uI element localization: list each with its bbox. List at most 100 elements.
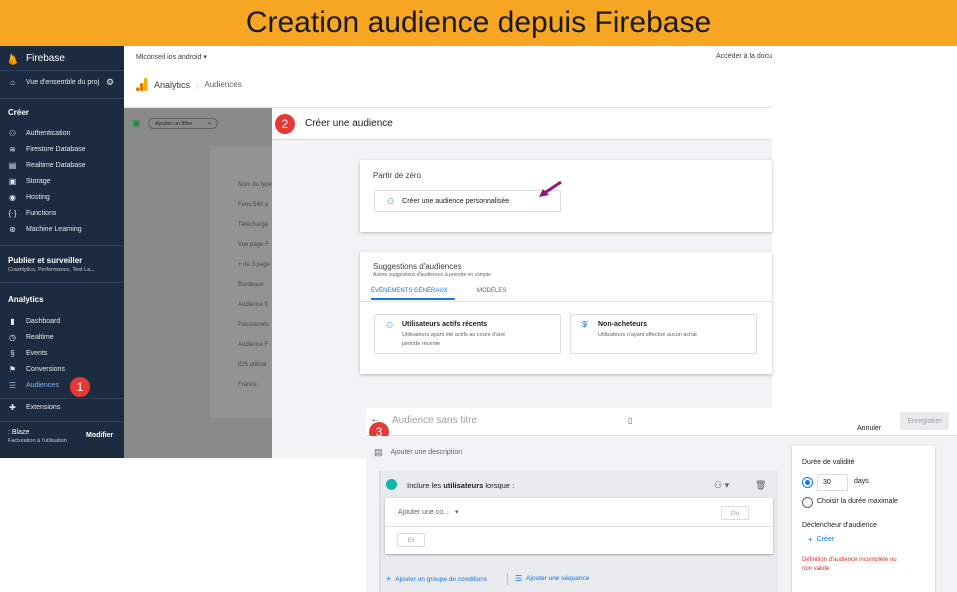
firebase-logo-icon	[9, 53, 17, 65]
analytics-header: Analytics | Audiences	[136, 78, 242, 91]
tab-models[interactable]: MODÈLES	[477, 288, 506, 294]
tab-general-events[interactable]: ÉVÉNEMENTS GÉNÉRAUX	[371, 288, 448, 294]
table-row[interactable]: Télécharge	[238, 222, 268, 228]
table-row[interactable]: Audience F	[238, 342, 268, 348]
save-button[interactable]: Enregistrer	[900, 412, 949, 430]
error-message-line1: Définition d'audience incomplète ou	[802, 557, 897, 563]
sequence-icon: ☰	[515, 574, 523, 583]
validity-unit: days	[854, 478, 869, 485]
sidebar-project-overview[interactable]: ⌂ Vue d'ensemble du proj	[8, 78, 99, 87]
editor-topbar: ← Audience sans titre ▯ Annuler Enregist…	[366, 408, 957, 436]
sidebar-item-functions[interactable]: {·} Functions	[8, 209, 56, 218]
title-banner: Creation audience depuis Firebase	[0, 0, 957, 46]
audiences-list-overlay: ▣ Ajouter un filtre + Nom du type Fees 5…	[124, 108, 272, 458]
sidebar-item-extensions[interactable]: ✚ Extensions	[8, 403, 60, 412]
condition-card: Ajouter une co... ▾ Ou Et	[385, 498, 773, 554]
settings-card: Durée de validité 30 days Choisir la dur…	[792, 446, 935, 592]
chevron-down-icon: ▾	[203, 54, 207, 61]
validity-radio-days[interactable]	[802, 477, 813, 488]
table-row[interactable]: Bordeaux	[238, 282, 264, 288]
modify-plan-button[interactable]: Modifier	[86, 432, 113, 439]
bar-chart-icon: ▮	[10, 317, 15, 326]
audience-editor: ← Audience sans titre ▯ Annuler Enregist…	[366, 408, 957, 592]
include-dot-icon	[386, 479, 397, 490]
group-scope-icon[interactable]: ⚇ ▾	[714, 480, 729, 491]
suggestions-card: Suggestions d'audiences Autres suggestio…	[360, 252, 772, 374]
create-audience-title: Créer une audience	[305, 118, 393, 129]
description-icon: ▤	[374, 447, 383, 457]
validity-days-input[interactable]: 30	[817, 474, 848, 491]
chevron-down-icon: ▾	[454, 509, 459, 516]
section-analytics: Analytics	[8, 295, 44, 304]
table-row[interactable]: France	[238, 382, 257, 388]
console-topbar: Mlconseil ios android ▾ Accéder à la doc…	[124, 46, 772, 108]
from-scratch-heading: Partir de zéro	[373, 171, 422, 180]
sidebar-item-conversions[interactable]: ⚑ Conversions	[8, 365, 65, 374]
section-release[interactable]: Publier et surveiller	[8, 256, 82, 265]
copy-icon[interactable]: ▯	[628, 416, 632, 425]
sidebar-item-hosting[interactable]: ◉ Hosting	[8, 193, 50, 202]
sidebar-item-firestore[interactable]: ≋ Firestore Database	[8, 145, 85, 154]
add-icon: +	[386, 574, 392, 584]
table-row[interactable]: iOS utilisat	[238, 362, 267, 368]
analytics-title: Analytics	[154, 79, 191, 90]
validity-heading: Durée de validité	[802, 459, 855, 466]
table-row[interactable]: Audience fi	[238, 302, 268, 308]
or-button[interactable]: Ou	[721, 506, 749, 520]
sidebar-item-machine-learning[interactable]: ⊛ Machine Learning	[8, 225, 82, 234]
add-filter-button[interactable]: Ajouter un filtre +	[148, 118, 219, 129]
section-build: Créer	[8, 108, 29, 117]
max-duration-label: Choisir la durée maximale	[817, 498, 898, 505]
audience-list-icon: ☰	[8, 381, 17, 390]
extensions-icon: ✚	[9, 403, 16, 412]
sidebar-item-audiences[interactable]: ☰ Audiences	[8, 381, 59, 390]
and-button[interactable]: Et	[397, 533, 425, 547]
audience-title-input[interactable]: Audience sans titre	[392, 415, 477, 426]
suggestions-subtitle: Autres suggestions d'audiences à prendre…	[373, 272, 491, 278]
person-icon: ⚇	[387, 196, 395, 206]
create-audience-header: Créer une audience	[272, 108, 772, 140]
home-icon: ⌂	[10, 78, 15, 87]
suggestion-recent-active[interactable]: ⚇ Utilisateurs actifs récents Utilisateu…	[374, 314, 561, 354]
docs-link[interactable]: Accéder à la docu	[716, 53, 772, 60]
gear-icon[interactable]: ⚙	[106, 77, 114, 88]
breadcrumb-audiences[interactable]: Audiences	[204, 80, 241, 89]
error-message-line2: non valide	[802, 566, 830, 572]
database-icon: ▤	[8, 161, 17, 170]
sidebar-item-authentication[interactable]: ⚇ Authentication	[8, 129, 70, 138]
storage-icon: ▣	[8, 177, 17, 186]
export-icon[interactable]: ▣	[132, 118, 141, 129]
banner-title: Creation audience depuis Firebase	[245, 6, 712, 39]
firebase-brand[interactable]: Firebase	[8, 52, 65, 65]
sidebar-item-storage[interactable]: ▣ Storage	[8, 177, 51, 186]
project-selector[interactable]: Mlconseil ios android ▾	[136, 53, 207, 61]
person-icon: ⚇	[386, 321, 394, 330]
functions-icon: {·}	[8, 209, 17, 218]
create-trigger-button[interactable]: + Créer	[808, 535, 834, 544]
sidebar-item-dashboard[interactable]: ▮ Dashboard	[8, 317, 60, 326]
table-row[interactable]: Vue page F	[238, 242, 269, 248]
from-scratch-card: Partir de zéro ⚇ Créer une audience pers…	[360, 160, 772, 232]
table-row[interactable]: + de 3 page	[238, 262, 270, 268]
app-name: Firebase	[26, 53, 65, 64]
add-sequence-link[interactable]: ☰ Ajouter une séquence	[515, 574, 589, 583]
cancel-button[interactable]: Annuler	[857, 417, 881, 435]
suggestion-non-buyers[interactable]: $̸ Non-acheteurs Utilisateurs n'ayant ef…	[570, 314, 757, 354]
delete-icon[interactable]: 🗑	[755, 480, 766, 491]
add-condition-group-link[interactable]: + Ajouter un groupe de conditions	[386, 574, 487, 584]
add-description-link[interactable]: ▤ Ajouter une description	[374, 447, 462, 458]
plan-subtitle: Facturation à l'utilisation	[8, 438, 67, 444]
custom-audience-button[interactable]: ⚇ Créer une audience personnalisée	[374, 190, 561, 212]
sidebar-item-realtime[interactable]: ◷ Realtime	[8, 333, 54, 342]
clock-icon: ◷	[9, 333, 16, 342]
sidebar-item-realtime-db[interactable]: ▤ Realtime Database	[8, 161, 86, 170]
step-badge-1: 1	[70, 377, 90, 397]
active-tab-indicator	[371, 298, 455, 300]
table-row[interactable]: Passionnés	[238, 322, 269, 328]
include-condition-group: Inclure les utilisateurs lorsque : ⚇ ▾ 🗑…	[379, 471, 778, 592]
table-row[interactable]: Fees 540 a	[238, 202, 268, 208]
table-row[interactable]: Nom du type	[238, 182, 272, 188]
validity-radio-max[interactable]	[802, 497, 813, 508]
add-condition-dropdown[interactable]: Ajouter une co... ▾	[398, 508, 458, 516]
sidebar-item-events[interactable]: § Events	[8, 349, 47, 358]
